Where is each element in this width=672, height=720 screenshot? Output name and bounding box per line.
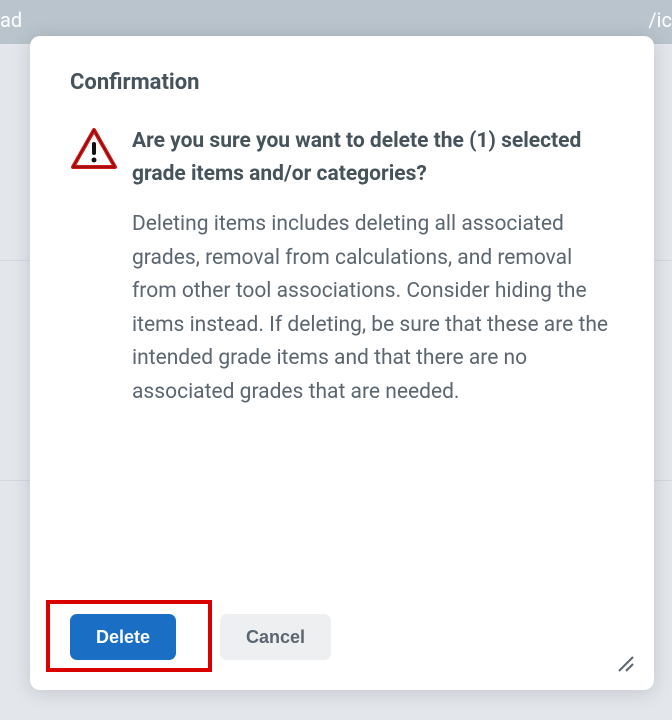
resize-handle-icon[interactable] (614, 652, 634, 672)
warning-triangle-icon (70, 127, 118, 171)
dialog-footer: Delete Cancel (70, 614, 614, 660)
dialog-message: Are you sure you want to delete the (1) … (132, 125, 614, 410)
bg-text-right: /ic (648, 8, 672, 32)
bg-text-left: ad (0, 8, 22, 32)
dialog-title: Confirmation (70, 70, 614, 95)
dialog-question: Are you sure you want to delete the (1) … (132, 125, 614, 190)
dialog-body: Are you sure you want to delete the (1) … (70, 125, 614, 590)
dialog-detail: Deleting items includes deleting all ass… (132, 208, 614, 410)
confirmation-dialog: Confirmation Are you sure you want to de… (30, 36, 654, 690)
cancel-button[interactable]: Cancel (220, 614, 331, 660)
delete-button[interactable]: Delete (70, 614, 176, 660)
